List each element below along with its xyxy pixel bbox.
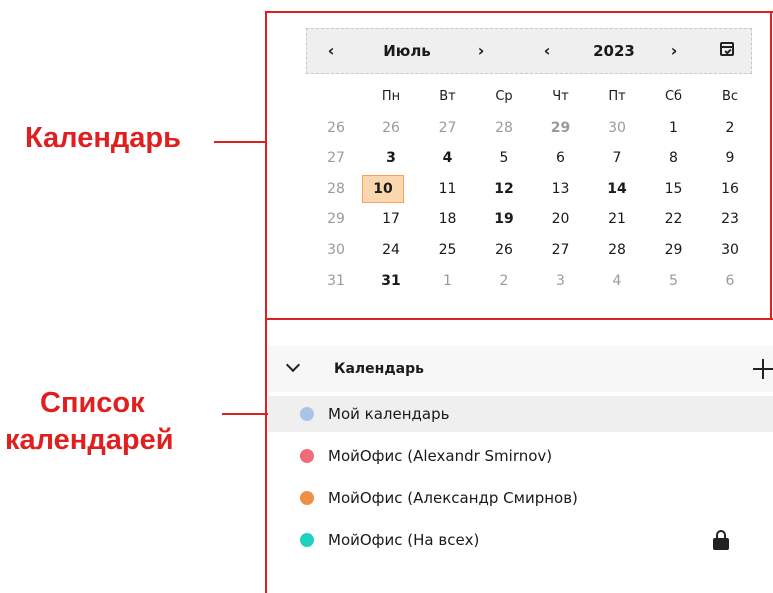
week-number: 31 <box>327 272 345 289</box>
calendar-day[interactable]: 18 <box>428 206 468 232</box>
week-number: 28 <box>327 180 345 197</box>
annotation-calendar-label: Календарь <box>25 122 181 154</box>
calendar-day[interactable]: 3 <box>371 145 411 171</box>
calendar-list-item[interactable]: МойОфис (Александр Смирнов) <box>268 480 773 516</box>
calendar-day[interactable]: 9 <box>710 145 750 171</box>
calendar-day[interactable]: 23 <box>710 206 750 232</box>
calendar-day[interactable]: 28 <box>597 237 637 263</box>
calendar-day[interactable]: 17 <box>371 206 411 232</box>
calendar-day[interactable]: 6 <box>710 268 750 294</box>
calendar-check-icon[interactable] <box>720 42 734 56</box>
calendar-day[interactable]: 26 <box>371 115 411 141</box>
plus-icon[interactable] <box>753 359 773 379</box>
calendar-day[interactable]: 22 <box>654 206 694 232</box>
day-name-header: Пн <box>381 89 401 104</box>
calendar-day[interactable]: 30 <box>597 115 637 141</box>
calendar-day[interactable]: 12 <box>484 176 524 202</box>
calendar-day[interactable]: 5 <box>484 145 524 171</box>
calendar-day[interactable]: 11 <box>428 176 468 202</box>
calendar-day[interactable]: 1 <box>428 268 468 294</box>
calendar-day[interactable]: 8 <box>654 145 694 171</box>
calendar-day[interactable]: 4 <box>428 145 468 171</box>
prev-month-button[interactable]: ‹ <box>319 29 343 73</box>
week-number: 29 <box>327 211 345 228</box>
chevron-down-icon[interactable] <box>285 357 301 373</box>
annotation-list-label-line2: календарей <box>5 424 174 456</box>
calendar-day[interactable]: 29 <box>654 237 694 263</box>
calendar-day[interactable]: 24 <box>371 237 411 263</box>
annotation-calendar-line <box>214 141 266 143</box>
calendar-item-label: МойОфис (Alexandr Smirnov) <box>328 447 553 465</box>
calendar-item-label: Мой календарь <box>328 405 450 423</box>
calendar-day[interactable]: 15 <box>654 176 694 202</box>
calendar-day[interactable]: 27 <box>428 115 468 141</box>
calendar-list-header[interactable]: Календарь <box>268 346 773 392</box>
day-name-header: Чт <box>552 89 569 104</box>
calendar-day[interactable]: 2 <box>484 268 524 294</box>
calendar-day[interactable]: 28 <box>484 115 524 141</box>
annotation-list-label-line1: Список <box>40 387 145 419</box>
annotation-list-line <box>222 413 268 415</box>
lock-icon <box>713 530 729 550</box>
week-number: 27 <box>327 150 345 167</box>
calendar-day[interactable]: 6 <box>541 145 581 171</box>
day-name-header: Пт <box>608 89 626 104</box>
calendar-day[interactable]: 31 <box>371 268 411 294</box>
calendar-day[interactable]: 14 <box>597 176 637 202</box>
calendar-list-title: Календарь <box>334 361 424 377</box>
calendar-frame-divider <box>265 318 773 320</box>
calendar-list-item[interactable]: Мой календарь <box>268 396 773 432</box>
calendar-navigation-bar: ‹ Июль › ‹ 2023 › <box>306 28 752 74</box>
calendar-day[interactable]: 27 <box>541 237 581 263</box>
calendar-day[interactable]: 21 <box>597 206 637 232</box>
calendar-day[interactable]: 1 <box>654 115 694 141</box>
calendar-day[interactable]: 13 <box>541 176 581 202</box>
month-label[interactable]: Июль <box>367 29 447 73</box>
calendar-list-item[interactable]: МойОфис (Alexandr Smirnov) <box>268 438 773 474</box>
week-number: 26 <box>327 119 345 136</box>
calendar-frame-right-edge <box>770 11 772 320</box>
calendar-day[interactable]: 7 <box>597 145 637 171</box>
calendar-day[interactable]: 29 <box>541 115 581 141</box>
day-name-header: Сб <box>664 89 683 104</box>
calendar-color-dot <box>300 449 314 463</box>
calendar-day-today[interactable]: 10 <box>362 174 404 203</box>
calendar-day[interactable]: 25 <box>428 237 468 263</box>
calendar-day[interactable]: 3 <box>541 268 581 294</box>
next-month-button[interactable]: › <box>469 29 493 73</box>
day-name-header: Вс <box>721 89 739 104</box>
week-number: 30 <box>327 242 345 258</box>
calendar-color-dot <box>300 407 314 421</box>
calendar-day[interactable]: 26 <box>484 237 524 263</box>
calendar-list-item[interactable]: МойОфис (На всех) <box>268 522 773 558</box>
calendar-item-label: МойОфис (На всех) <box>328 531 480 549</box>
calendar-color-dot <box>300 533 314 547</box>
prev-year-button[interactable]: ‹ <box>535 29 559 73</box>
calendar-day[interactable]: 19 <box>484 206 524 232</box>
year-label[interactable]: 2023 <box>579 29 649 73</box>
calendar-day[interactable]: 30 <box>710 237 750 263</box>
calendar-day[interactable]: 20 <box>541 206 581 232</box>
day-name-header: Ср <box>495 89 513 104</box>
day-name-header: Вт <box>439 89 456 104</box>
calendar-item-label: МойОфис (Александр Смирнов) <box>328 489 578 507</box>
calendar-color-dot <box>300 491 314 505</box>
calendar-day[interactable]: 16 <box>710 176 750 202</box>
calendar-day[interactable]: 5 <box>654 268 694 294</box>
next-year-button[interactable]: › <box>662 29 686 73</box>
calendar-day[interactable]: 4 <box>597 268 637 294</box>
calendar-day[interactable]: 2 <box>710 115 750 141</box>
